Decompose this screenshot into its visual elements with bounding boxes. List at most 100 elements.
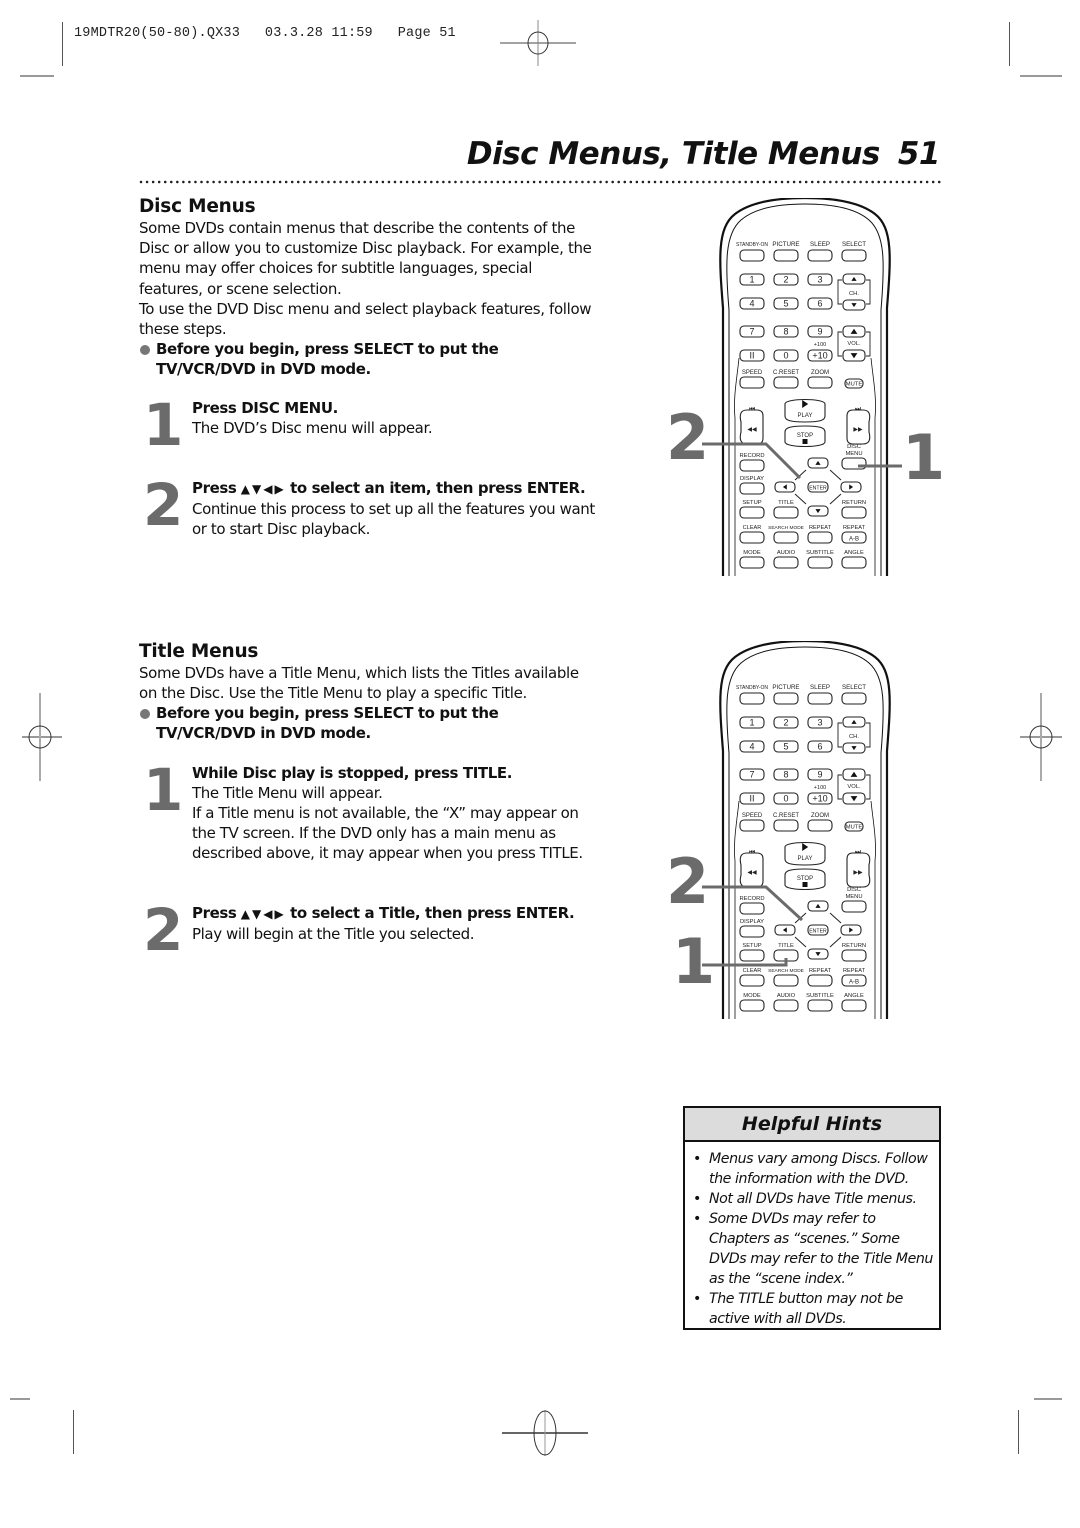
bullet-text: Before you begin, press SELECT to put th… [156,704,499,743]
button-text: 5 [783,299,788,309]
registration-mark-top [500,20,576,66]
hint-item: Menus vary among Discs. Follow the infor… [693,1149,939,1189]
remote-sleep-button[interactable] [807,249,833,262]
step-instruction-pre: Press [192,904,237,922]
remote-label: MODE [743,550,761,556]
registration-mark-left [22,693,62,781]
section-heading: Disc Menus [139,196,256,217]
remote-standby-on-button[interactable] [739,692,765,705]
section-heading: Title Menus [139,641,259,662]
button-text: 1 [749,275,754,285]
button-text: MUTE [846,825,863,831]
step-number: 1 [143,756,183,824]
remote-svg: STANDBY-ON PICTURE SLEEP SELECT 1 2 3 4 5 6 7 8 9 II 0… [719,198,891,576]
remote-label: SELECT [842,684,866,691]
hint-item: Some DVDs may refer to Chapters as “scen… [693,1209,939,1289]
button-text: +10 [812,794,827,804]
remote-label: C.RESET [773,813,799,819]
crop-mark [20,75,54,77]
crop-mark [62,22,63,66]
remote-label: REPEAT [809,525,832,531]
remote-select-button[interactable] [841,249,867,262]
remote-label: SELECT [842,241,866,248]
step-result: The DVD’s Disc menu will appear. [192,419,433,437]
button-text: +10 [812,351,827,361]
remote-picture-button[interactable] [773,692,799,705]
button-text: 8 [783,327,788,337]
remote-clear-button[interactable] [739,531,765,544]
remote-standby-on-button[interactable] [739,249,765,262]
button-text: A-B [849,537,859,543]
remote-illustration-disc: STANDBY-ON PICTURE SLEEP SELECT 1 2 3 4 5 6 7 8 9 II 0… [715,198,895,578]
button-text: 5 [783,742,788,752]
button-text: 2 [783,718,788,728]
button-text: 3 [817,275,822,285]
section-intro: Some DVDs contain menus that describe th… [139,219,592,298]
title-step-2: 2 Press ▲▼◀▶ to select a Title, then pre… [139,899,599,961]
remote-label: SEARCH MODE [768,525,804,531]
button-text: II [749,351,754,361]
bullet-text: Before you begin, press SELECT to put th… [156,340,499,379]
remote-label: SLEEP [810,684,830,691]
remote-label: STANDBY-ON [736,685,768,691]
remote-label: SUBTITLE [806,550,834,556]
prerequisite-bullet: Before you begin, press SELECT to put th… [139,339,599,379]
remote-zoom-button[interactable] [807,376,833,389]
step-result: The Title Menu will appear. [192,784,383,802]
crop-mark [1034,1398,1062,1400]
remote-select-button[interactable] [841,692,867,705]
remote-label: PICTURE [772,241,799,248]
helpful-hints-box: Helpful Hints Menus vary among Discs. Fo… [683,1106,941,1330]
hint-item: The TITLE button may not be active with … [693,1289,939,1329]
step-result: Play will begin at the Title you selecte… [192,925,475,943]
button-text: 2 [783,275,788,285]
callout-leaders [702,442,902,480]
helpful-hints-heading: Helpful Hints [685,1108,939,1142]
button-text: 7 [749,327,754,337]
crop-mark [10,1398,30,1400]
bullet-icon [140,345,150,356]
print-slug: 19MDTR20(50-80).QX33 03.3.28 11:59 Page … [74,26,456,41]
remote-label: VOL. [847,784,861,790]
arrow-keys-icon: ▲▼◀▶ [240,482,286,496]
step-note: If a Title menu is not available, the “X… [192,804,583,862]
button-text: 0 [783,794,788,804]
button-text: 9 [817,770,822,780]
button-text: 8 [783,770,788,780]
remote-speed-button[interactable] [739,819,765,832]
remote-label: +100 [814,785,826,791]
remote-creset-button[interactable] [773,376,799,389]
remote-label: SPEED [742,370,763,376]
remote-label: STANDBY-ON [736,242,768,248]
remote-zoom-button[interactable] [807,819,833,832]
callout-leaders [702,885,804,967]
remote-label: SLEEP [810,241,830,248]
remote-sleep-button[interactable] [807,692,833,705]
arrow-keys-icon: ▲▼◀▶ [240,907,286,921]
button-text: 0 [783,351,788,361]
title-step-1: 1 While Disc play is stopped, press TITL… [139,759,599,863]
remote-speed-button[interactable] [739,376,765,389]
remote-repeat-button[interactable] [807,531,833,544]
step-number: 2 [143,896,183,964]
remote-subtitle-button[interactable] [807,556,833,569]
crop-mark [1009,22,1010,66]
button-text: 3 [817,718,822,728]
remote-angle-button[interactable] [841,556,867,569]
disc-menus-section: Disc Menus Some DVDs contain menus that … [139,196,599,379]
step-instruction-post: to select an item, then press ENTER. [290,479,586,497]
registration-mark-right [1020,693,1062,781]
remote-creset-button[interactable] [773,819,799,832]
button-text: 1 [749,718,754,728]
step-instruction-post: to select a Title, then press ENTER. [290,904,575,922]
remote-search-mode-button[interactable] [773,531,799,544]
remote-audio-button[interactable] [773,556,799,569]
remote-picture-button[interactable] [773,249,799,262]
hint-item: Not all DVDs have Title menus. [693,1189,939,1209]
page-title-text: Disc Menus, Title Menus [466,136,881,172]
remote-mode-button[interactable] [739,556,765,569]
button-text: II [749,794,754,804]
page-number: 51 [897,136,941,172]
remote-label: REPEAT [843,525,866,531]
button-text: MUTE [846,382,863,388]
